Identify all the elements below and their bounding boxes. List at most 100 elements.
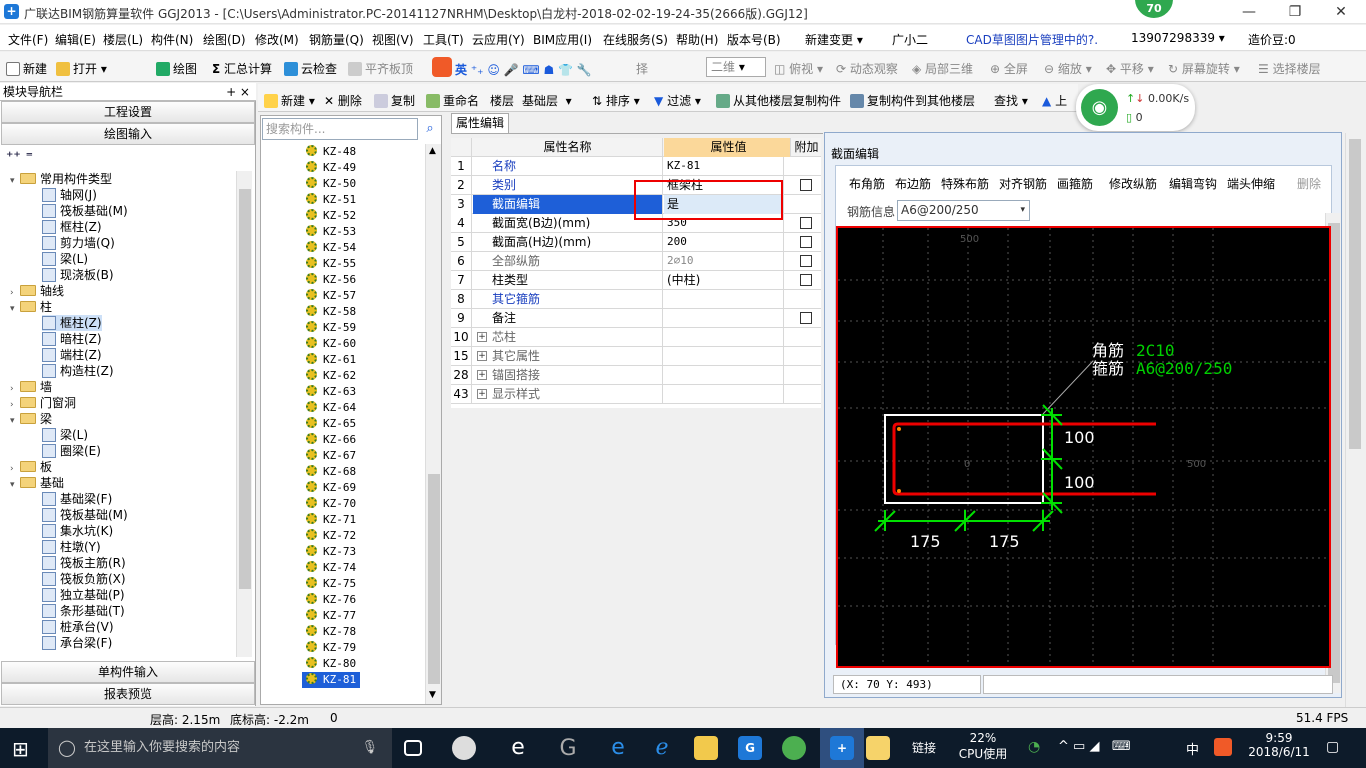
- property-row[interactable]: 10 + 芯柱: [451, 328, 821, 347]
- menu-item-1[interactable]: 编辑(E): [55, 31, 96, 48]
- component-list-item[interactable]: KZ-60: [306, 336, 356, 352]
- menu-item-16[interactable]: CAD草图图片管理中的?.: [966, 31, 1098, 48]
- component-list-item[interactable]: KZ-66: [306, 432, 356, 448]
- component-list-item[interactable]: KZ-74: [306, 560, 356, 576]
- tree-item[interactable]: 柱墩(Y): [42, 539, 101, 555]
- property-value[interactable]: [664, 366, 784, 385]
- component-list-item[interactable]: KZ-68: [306, 464, 356, 480]
- flatten-slab-button[interactable]: 平齐板顶: [348, 60, 413, 77]
- component-list-item[interactable]: KZ-58: [306, 304, 356, 320]
- ie-browser-icon[interactable]: ℯ: [650, 736, 674, 760]
- tree-expand-icon[interactable]: ▾: [10, 477, 20, 493]
- draw-button[interactable]: 绘图: [156, 60, 197, 77]
- windows-start-icon[interactable]: ⊞: [12, 737, 29, 761]
- copy-from-floor-button[interactable]: 从其他楼层复制构件: [716, 92, 841, 109]
- component-list-item[interactable]: KZ-67: [306, 448, 356, 464]
- glodon-app-icon[interactable]: G: [738, 736, 762, 760]
- menu-item-17[interactable]: 13907298339 ▾: [1131, 31, 1225, 45]
- rename-button[interactable]: 重命名: [426, 92, 479, 109]
- property-row[interactable]: 7 柱类型 (中柱): [451, 271, 821, 290]
- component-list-item[interactable]: KZ-81: [302, 672, 361, 688]
- cpu-usage[interactable]: 22% CPU使用: [956, 731, 1010, 762]
- component-list-item[interactable]: KZ-63: [306, 384, 356, 400]
- pan-button[interactable]: ✥ 平移 ▾: [1106, 60, 1154, 77]
- zoom-button[interactable]: ⊖ 缩放 ▾: [1044, 60, 1092, 77]
- component-list-item[interactable]: KZ-54: [306, 240, 356, 256]
- property-row[interactable]: 5 截面高(H边)(mm) 200: [451, 233, 821, 252]
- menu-item-5[interactable]: 修改(M): [255, 31, 299, 48]
- tab-property-edit[interactable]: 属性编辑: [451, 113, 509, 133]
- maximize-button[interactable]: ❐: [1272, 0, 1318, 24]
- scroll-up-icon[interactable]: ▲: [429, 146, 436, 156]
- property-row[interactable]: 43 + 显示样式: [451, 385, 821, 404]
- find-button[interactable]: 查找 ▾: [994, 92, 1028, 109]
- new-component-button[interactable]: 新建 ▾: [264, 92, 315, 109]
- tree-item[interactable]: 集水坑(K): [42, 523, 113, 539]
- menu-item-9[interactable]: 云应用(Y): [472, 31, 525, 48]
- menu-item-18[interactable]: 造价豆:0: [1248, 31, 1296, 48]
- tree-expand-icon[interactable]: ▾: [10, 301, 20, 317]
- single-component-input-button[interactable]: 单构件输入: [1, 661, 255, 683]
- top-view-button[interactable]: ◫ 俯视 ▾: [774, 60, 823, 77]
- filter-button[interactable]: ▼ 过滤 ▾: [654, 92, 701, 109]
- menu-item-13[interactable]: 版本号(B): [727, 31, 781, 48]
- property-value[interactable]: [664, 290, 784, 309]
- expand-collapse-icon[interactable]: ⁺⁺ ⁼: [6, 149, 33, 165]
- minimize-button[interactable]: —: [1226, 0, 1272, 24]
- menu-item-11[interactable]: 在线服务(S): [603, 31, 668, 48]
- property-value[interactable]: [664, 385, 784, 404]
- component-list-item[interactable]: KZ-69: [306, 480, 356, 496]
- sogou-ime-bar[interactable]: 英 ⁺₊ ☺ 🎤 ⌨ ☗ 👕 🔧: [432, 57, 592, 78]
- cloud-check-button[interactable]: 云检查: [284, 60, 337, 77]
- component-list-item[interactable]: KZ-52: [306, 208, 356, 224]
- property-value[interactable]: (中柱): [664, 271, 784, 290]
- menu-item-0[interactable]: 文件(F): [8, 31, 48, 48]
- wifi-tray-icon[interactable]: ◔: [1028, 739, 1040, 755]
- local-3d-button[interactable]: ◈ 局部三维: [912, 60, 973, 77]
- summary-calc-button[interactable]: Σ 汇总计算: [212, 60, 272, 77]
- property-row[interactable]: 28 + 锚固搭接: [451, 366, 821, 385]
- tree-item[interactable]: 条形基础(T): [42, 603, 125, 619]
- tray-icons[interactable]: ^ ▭ ◢ ⌨: [1058, 739, 1131, 754]
- property-row[interactable]: 15 + 其它属性: [451, 347, 821, 366]
- menu-item-12[interactable]: 帮助(H): [676, 31, 718, 48]
- section-tool-7[interactable]: 端头伸缩: [1227, 175, 1275, 192]
- floor-select[interactable]: 基础层 ▾: [522, 92, 572, 109]
- dynamic-view-button[interactable]: ⟳ 动态观察: [836, 60, 898, 77]
- tree-folder[interactable]: › 门窗洞: [10, 395, 76, 411]
- component-list-item[interactable]: KZ-57: [306, 288, 356, 304]
- component-list-item[interactable]: KZ-62: [306, 368, 356, 384]
- tree-folder[interactable]: › 轴线: [10, 283, 64, 299]
- tree-folder[interactable]: ▾ 柱: [10, 299, 52, 315]
- task-view-icon[interactable]: [404, 740, 422, 756]
- component-list-item[interactable]: KZ-73: [306, 544, 356, 560]
- tree-scrollbar[interactable]: [236, 171, 252, 657]
- draw-input-button[interactable]: 绘图输入: [1, 123, 255, 145]
- file-explorer-icon[interactable]: [694, 736, 718, 760]
- extra-checkbox[interactable]: [800, 236, 812, 248]
- menu-item-6[interactable]: 钢筋量(Q): [309, 31, 364, 48]
- tree-item[interactable]: 独立基础(P): [42, 587, 125, 603]
- component-list-item[interactable]: KZ-64: [306, 400, 356, 416]
- menu-item-3[interactable]: 构件(N): [151, 31, 193, 48]
- tree-item[interactable]: 梁(L): [42, 427, 88, 443]
- property-value[interactable]: [664, 347, 784, 366]
- section-tool-6[interactable]: 编辑弯钩: [1169, 175, 1217, 192]
- tree-item[interactable]: 框柱(Z): [42, 219, 102, 235]
- notes-app-icon[interactable]: [866, 736, 890, 760]
- rebar-info-select[interactable]: A6@200/250 ▾: [897, 200, 1030, 221]
- tree-folder[interactable]: ▾ 梁: [10, 411, 52, 427]
- section-tool-1[interactable]: 布边筋: [895, 175, 931, 192]
- component-list-item[interactable]: KZ-55: [306, 256, 356, 272]
- component-list-item[interactable]: KZ-50: [306, 176, 356, 192]
- open-file-button[interactable]: 打开 ▾: [56, 60, 107, 77]
- tree-item[interactable]: 承台梁(F): [42, 635, 112, 651]
- component-list-item[interactable]: KZ-51: [306, 192, 356, 208]
- component-list-item[interactable]: KZ-80: [306, 656, 356, 672]
- property-row[interactable]: 6 全部纵筋 2⌀10: [451, 252, 821, 271]
- tree-item[interactable]: 桩承台(V): [42, 619, 114, 635]
- tree-item[interactable]: 剪力墙(Q): [42, 235, 115, 251]
- menu-item-14[interactable]: 新建变更 ▾: [805, 31, 863, 48]
- component-list-item[interactable]: KZ-56: [306, 272, 356, 288]
- property-row[interactable]: 9 备注: [451, 309, 821, 328]
